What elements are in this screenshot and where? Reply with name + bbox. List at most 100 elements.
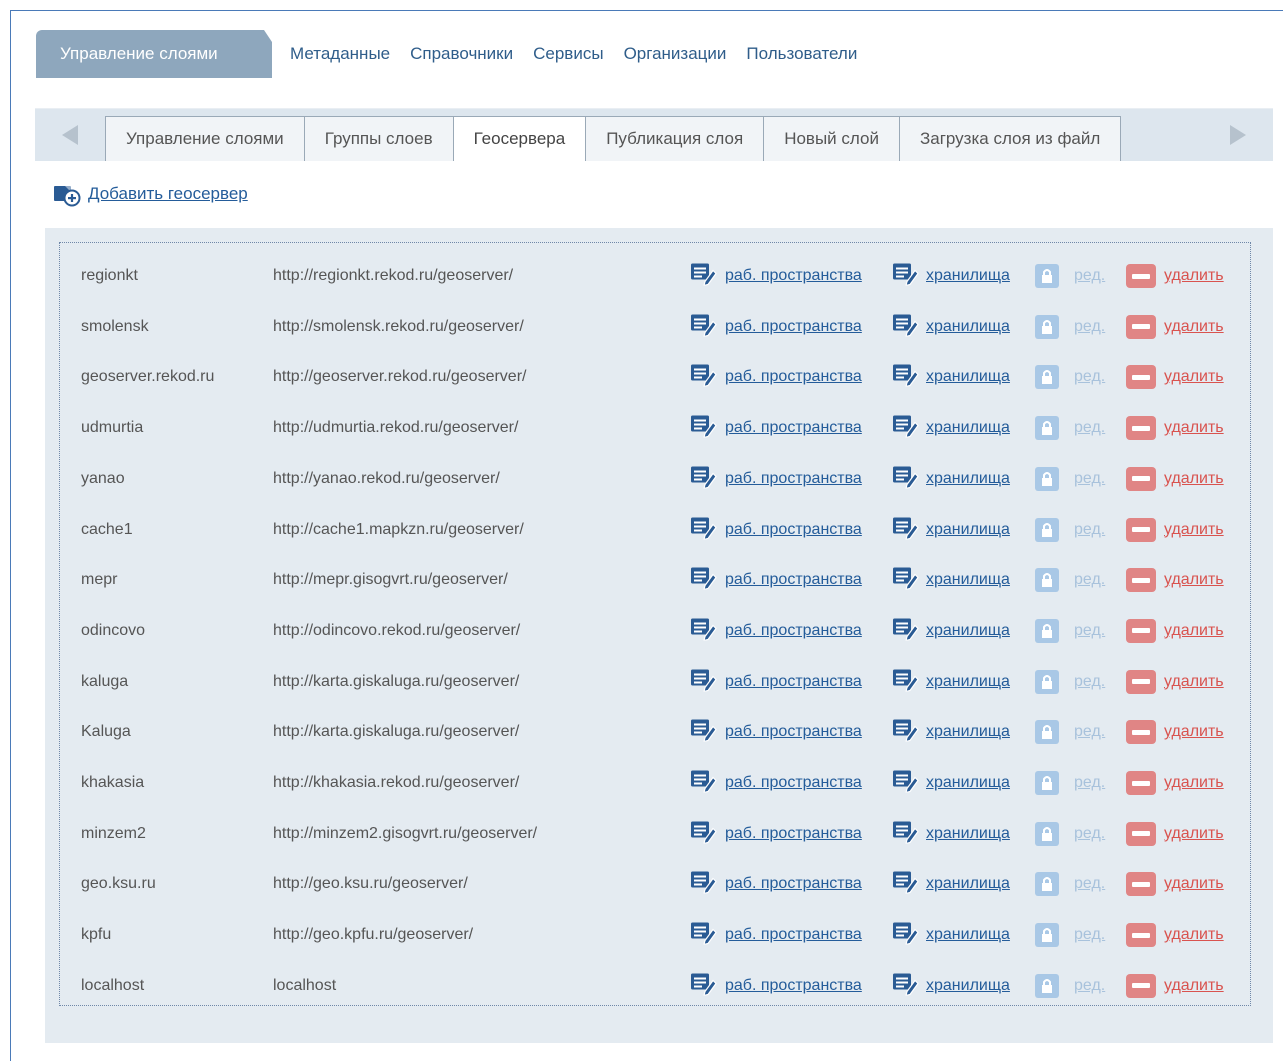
add-geoserver-link[interactable]: Добавить геосервер	[88, 184, 248, 204]
workspaces-icon[interactable]	[691, 566, 717, 595]
stores-icon[interactable]	[893, 566, 919, 595]
delete-icon[interactable]	[1126, 365, 1156, 390]
stores-icon[interactable]	[893, 312, 919, 341]
nav-item-layer-management[interactable]: Управление слоями	[36, 30, 272, 78]
stores-link[interactable]: хранилища	[926, 470, 1010, 488]
delete-link[interactable]: удалить	[1164, 977, 1224, 995]
workspaces-link[interactable]: раб. пространства	[725, 368, 862, 386]
delete-link[interactable]: удалить	[1164, 723, 1224, 741]
delete-icon[interactable]	[1126, 314, 1156, 339]
delete-icon[interactable]	[1126, 517, 1156, 542]
workspaces-link[interactable]: раб. пространства	[725, 723, 862, 741]
delete-link[interactable]: удалить	[1164, 571, 1224, 589]
workspaces-icon[interactable]	[691, 363, 717, 392]
stores-link[interactable]: хранилища	[926, 419, 1010, 437]
delete-link[interactable]: удалить	[1164, 368, 1224, 386]
tab-3[interactable]: Публикация слоя	[585, 116, 765, 161]
workspaces-link[interactable]: раб. пространства	[725, 571, 862, 589]
workspaces-icon[interactable]	[691, 870, 717, 899]
workspaces-icon[interactable]	[691, 667, 717, 696]
delete-link[interactable]: удалить	[1164, 926, 1224, 944]
stores-icon[interactable]	[893, 616, 919, 645]
nav-item-metadata[interactable]: Метаданные	[290, 30, 390, 78]
stores-link[interactable]: хранилища	[926, 977, 1010, 995]
workspaces-icon[interactable]	[691, 971, 717, 1000]
workspaces-icon[interactable]	[691, 718, 717, 747]
workspaces-link[interactable]: раб. пространства	[725, 673, 862, 691]
stores-link[interactable]: хранилища	[926, 318, 1010, 336]
tab-scroll-left-button[interactable]	[35, 109, 105, 161]
stores-link[interactable]: хранилища	[926, 774, 1010, 792]
stores-link[interactable]: хранилища	[926, 875, 1010, 893]
delete-icon[interactable]	[1126, 568, 1156, 593]
delete-icon[interactable]	[1126, 720, 1156, 745]
stores-icon[interactable]	[893, 921, 919, 950]
delete-icon[interactable]	[1126, 669, 1156, 694]
tab-5[interactable]: Загрузка слоя из файл	[898, 116, 1122, 161]
stores-link[interactable]: хранилища	[926, 723, 1010, 741]
workspaces-icon[interactable]	[691, 921, 717, 950]
stores-link[interactable]: хранилища	[926, 926, 1010, 944]
workspaces-link[interactable]: раб. пространства	[725, 267, 862, 285]
delete-icon[interactable]	[1126, 872, 1156, 897]
workspaces-link[interactable]: раб. пространства	[725, 875, 862, 893]
workspaces-icon[interactable]	[691, 312, 717, 341]
tab-scroll-right-button[interactable]	[1203, 109, 1273, 161]
workspaces-link[interactable]: раб. пространства	[725, 774, 862, 792]
workspaces-link[interactable]: раб. пространства	[725, 521, 862, 539]
workspaces-link[interactable]: раб. пространства	[725, 318, 862, 336]
tab-1[interactable]: Группы слоев	[303, 116, 454, 161]
stores-icon[interactable]	[893, 515, 919, 544]
workspaces-icon[interactable]	[691, 464, 717, 493]
stores-link[interactable]: хранилища	[926, 571, 1010, 589]
tab-2[interactable]: Геосервера	[452, 116, 587, 161]
delete-link[interactable]: удалить	[1164, 825, 1224, 843]
nav-item-organizations[interactable]: Организации	[624, 30, 727, 78]
stores-link[interactable]: хранилища	[926, 368, 1010, 386]
stores-icon[interactable]	[893, 769, 919, 798]
nav-item-users[interactable]: Пользователи	[746, 30, 857, 78]
stores-icon[interactable]	[893, 414, 919, 443]
stores-link[interactable]: хранилища	[926, 622, 1010, 640]
delete-link[interactable]: удалить	[1164, 470, 1224, 488]
tab-4[interactable]: Новый слой	[763, 116, 900, 161]
stores-icon[interactable]	[893, 464, 919, 493]
delete-link[interactable]: удалить	[1164, 318, 1224, 336]
delete-icon[interactable]	[1126, 821, 1156, 846]
delete-icon[interactable]	[1126, 618, 1156, 643]
delete-link[interactable]: удалить	[1164, 622, 1224, 640]
workspaces-link[interactable]: раб. пространства	[725, 926, 862, 944]
stores-icon[interactable]	[893, 819, 919, 848]
delete-icon[interactable]	[1126, 466, 1156, 491]
stores-link[interactable]: хранилища	[926, 267, 1010, 285]
delete-link[interactable]: удалить	[1164, 875, 1224, 893]
delete-link[interactable]: удалить	[1164, 521, 1224, 539]
workspaces-icon[interactable]	[691, 262, 717, 291]
delete-link[interactable]: удалить	[1164, 419, 1224, 437]
delete-link[interactable]: удалить	[1164, 673, 1224, 691]
stores-link[interactable]: хранилища	[926, 521, 1010, 539]
delete-link[interactable]: удалить	[1164, 774, 1224, 792]
nav-item-dictionaries[interactable]: Справочники	[410, 30, 513, 78]
workspaces-icon[interactable]	[691, 819, 717, 848]
workspaces-link[interactable]: раб. пространства	[725, 977, 862, 995]
delete-icon[interactable]	[1126, 973, 1156, 998]
tab-0[interactable]: Управление слоями	[105, 116, 305, 161]
workspaces-link[interactable]: раб. пространства	[725, 470, 862, 488]
delete-icon[interactable]	[1126, 416, 1156, 441]
workspaces-icon[interactable]	[691, 769, 717, 798]
stores-icon[interactable]	[893, 262, 919, 291]
workspaces-link[interactable]: раб. пространства	[725, 419, 862, 437]
delete-link[interactable]: удалить	[1164, 267, 1224, 285]
workspaces-icon[interactable]	[691, 414, 717, 443]
workspaces-icon[interactable]	[691, 515, 717, 544]
stores-icon[interactable]	[893, 718, 919, 747]
workspaces-icon[interactable]	[691, 616, 717, 645]
delete-icon[interactable]	[1126, 923, 1156, 948]
stores-icon[interactable]	[893, 667, 919, 696]
stores-link[interactable]: хранилища	[926, 825, 1010, 843]
add-server-icon[interactable]	[54, 181, 82, 207]
workspaces-link[interactable]: раб. пространства	[725, 622, 862, 640]
stores-icon[interactable]	[893, 971, 919, 1000]
stores-link[interactable]: хранилища	[926, 673, 1010, 691]
